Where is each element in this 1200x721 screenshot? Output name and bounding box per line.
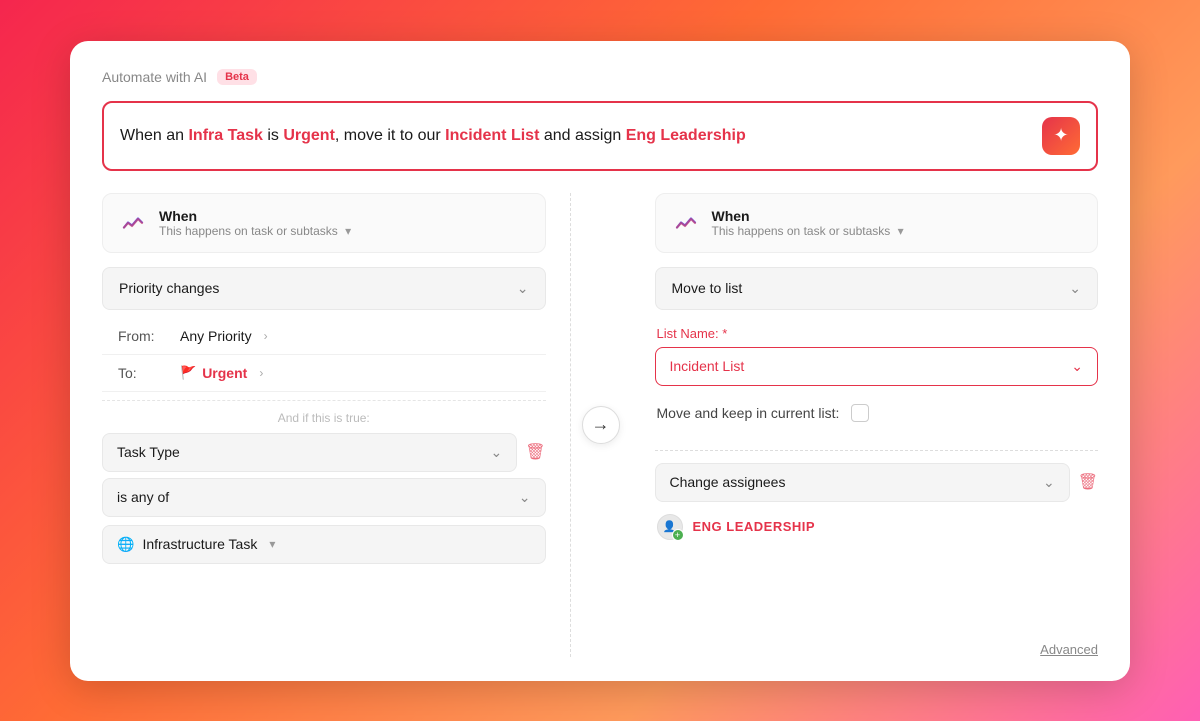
main-card: Automate with AI Beta When an Infra Task… (70, 41, 1130, 681)
right-when-chevron: ▾ (898, 224, 904, 238)
infra-task-label: Infrastructure Task (142, 536, 257, 552)
from-chevron: › (264, 329, 268, 343)
from-value: Any Priority (180, 328, 252, 344)
incident-list-label: Incident List (670, 358, 745, 374)
globe-icon: 🌐 (117, 536, 134, 553)
beta-badge: Beta (217, 69, 257, 85)
change-assignees-delete-icon[interactable]: 🗑 (1078, 472, 1098, 492)
to-label: To: (118, 365, 168, 381)
ai-eng-leadership: Eng Leadership (626, 127, 746, 144)
list-name-label: List Name: * (657, 326, 1099, 341)
move-to-list-dropdown[interactable]: Move to list ⌄ (655, 267, 1099, 310)
ai-middle2: , move it to our (335, 127, 445, 144)
infra-task-chevron: ▾ (269, 537, 275, 551)
ai-task-name: Infra Task (188, 127, 262, 144)
right-column: When This happens on task or subtasks ▾ … (631, 193, 1099, 657)
is-any-of-chevron: ⌄ (519, 489, 531, 506)
left-column: When This happens on task or subtasks ▾ … (102, 193, 571, 657)
divider (655, 450, 1099, 451)
to-row[interactable]: To: 🚩 Urgent › (102, 355, 546, 392)
right-when-text: When This happens on task or subtasks ▾ (712, 208, 904, 238)
ai-middle3: and assign (539, 127, 625, 144)
eng-leadership-row: 👤 + ENG LEADERSHIP (655, 510, 1099, 544)
ai-prefix: When an (120, 127, 188, 144)
keep-list-checkbox[interactable] (851, 404, 869, 422)
ai-sparkle-button[interactable]: ✦ (1042, 117, 1080, 155)
task-type-dropdown[interactable]: Task Type ⌄ (102, 433, 517, 472)
keep-list-text: Move and keep in current list: (657, 405, 840, 421)
move-to-list-chevron: ⌄ (1069, 280, 1081, 297)
arrow-circle: → (582, 406, 620, 444)
from-row[interactable]: From: Any Priority › (102, 318, 546, 355)
priority-changes-dropdown[interactable]: Priority changes ⌄ (102, 267, 546, 310)
incident-list-dropdown[interactable]: Incident List ⌄ (655, 347, 1099, 386)
left-when-block[interactable]: When This happens on task or subtasks ▾ (102, 193, 546, 253)
clickup-logo-right (672, 209, 700, 237)
right-when-block[interactable]: When This happens on task or subtasks ▾ (655, 193, 1099, 253)
left-when-chevron: ▾ (345, 224, 351, 238)
move-to-list-label: Move to list (672, 280, 743, 296)
ai-input-row[interactable]: When an Infra Task is Urgent, move it to… (102, 101, 1098, 171)
ai-urgent: Urgent (283, 127, 335, 144)
from-label: From: (118, 328, 168, 344)
ai-input-text: When an Infra Task is Urgent, move it to… (120, 127, 1042, 145)
priority-changes-label: Priority changes (119, 280, 219, 296)
arrow-column: → (571, 193, 631, 657)
eng-avatar: 👤 + (657, 514, 683, 540)
flag-icon: 🚩 (180, 365, 196, 381)
columns-row: When This happens on task or subtasks ▾ … (102, 193, 1098, 657)
to-chevron: › (259, 366, 263, 380)
left-when-text: When This happens on task or subtasks ▾ (159, 208, 351, 238)
change-assignees-row: Change assignees ⌄ 🗑 (655, 463, 1099, 502)
priority-changes-chevron: ⌄ (517, 280, 529, 297)
task-type-chevron: ⌄ (490, 444, 502, 461)
top-bar: Automate with AI Beta (102, 69, 1098, 85)
right-when-title: When (712, 208, 904, 224)
right-when-sub: This happens on task or subtasks ▾ (712, 224, 904, 238)
infra-task-row[interactable]: 🌐 Infrastructure Task ▾ (102, 525, 546, 564)
left-when-title: When (159, 208, 351, 224)
change-assignees-dropdown[interactable]: Change assignees ⌄ (655, 463, 1070, 502)
left-when-sub: This happens on task or subtasks ▾ (159, 224, 351, 238)
keep-list-row: Move and keep in current list: (655, 396, 1099, 430)
task-type-row: Task Type ⌄ 🗑 (102, 433, 546, 472)
arrow-icon: → (592, 414, 610, 435)
ai-incident-list: Incident List (445, 127, 539, 144)
task-type-label: Task Type (117, 444, 180, 460)
ai-middle1: is (263, 127, 283, 144)
task-type-delete-icon[interactable]: 🗑 (525, 442, 545, 462)
is-any-of-label: is any of (117, 489, 169, 505)
to-value: 🚩 Urgent (180, 365, 247, 381)
required-asterisk: * (722, 326, 727, 341)
change-assignees-label: Change assignees (670, 474, 786, 490)
eng-avatar-plus: + (672, 529, 684, 541)
change-assignees-chevron: ⌄ (1043, 474, 1055, 491)
eng-leadership-label: ENG LEADERSHIP (693, 519, 816, 534)
clickup-logo-left (119, 209, 147, 237)
automate-label: Automate with AI (102, 69, 207, 85)
incident-list-chevron: ⌄ (1071, 358, 1083, 375)
advanced-link[interactable]: Advanced (655, 634, 1099, 657)
condition-label: And if this is true: (102, 400, 546, 425)
is-any-of-row[interactable]: is any of ⌄ (102, 478, 546, 517)
sparkle-icon: ✦ (1053, 125, 1068, 146)
